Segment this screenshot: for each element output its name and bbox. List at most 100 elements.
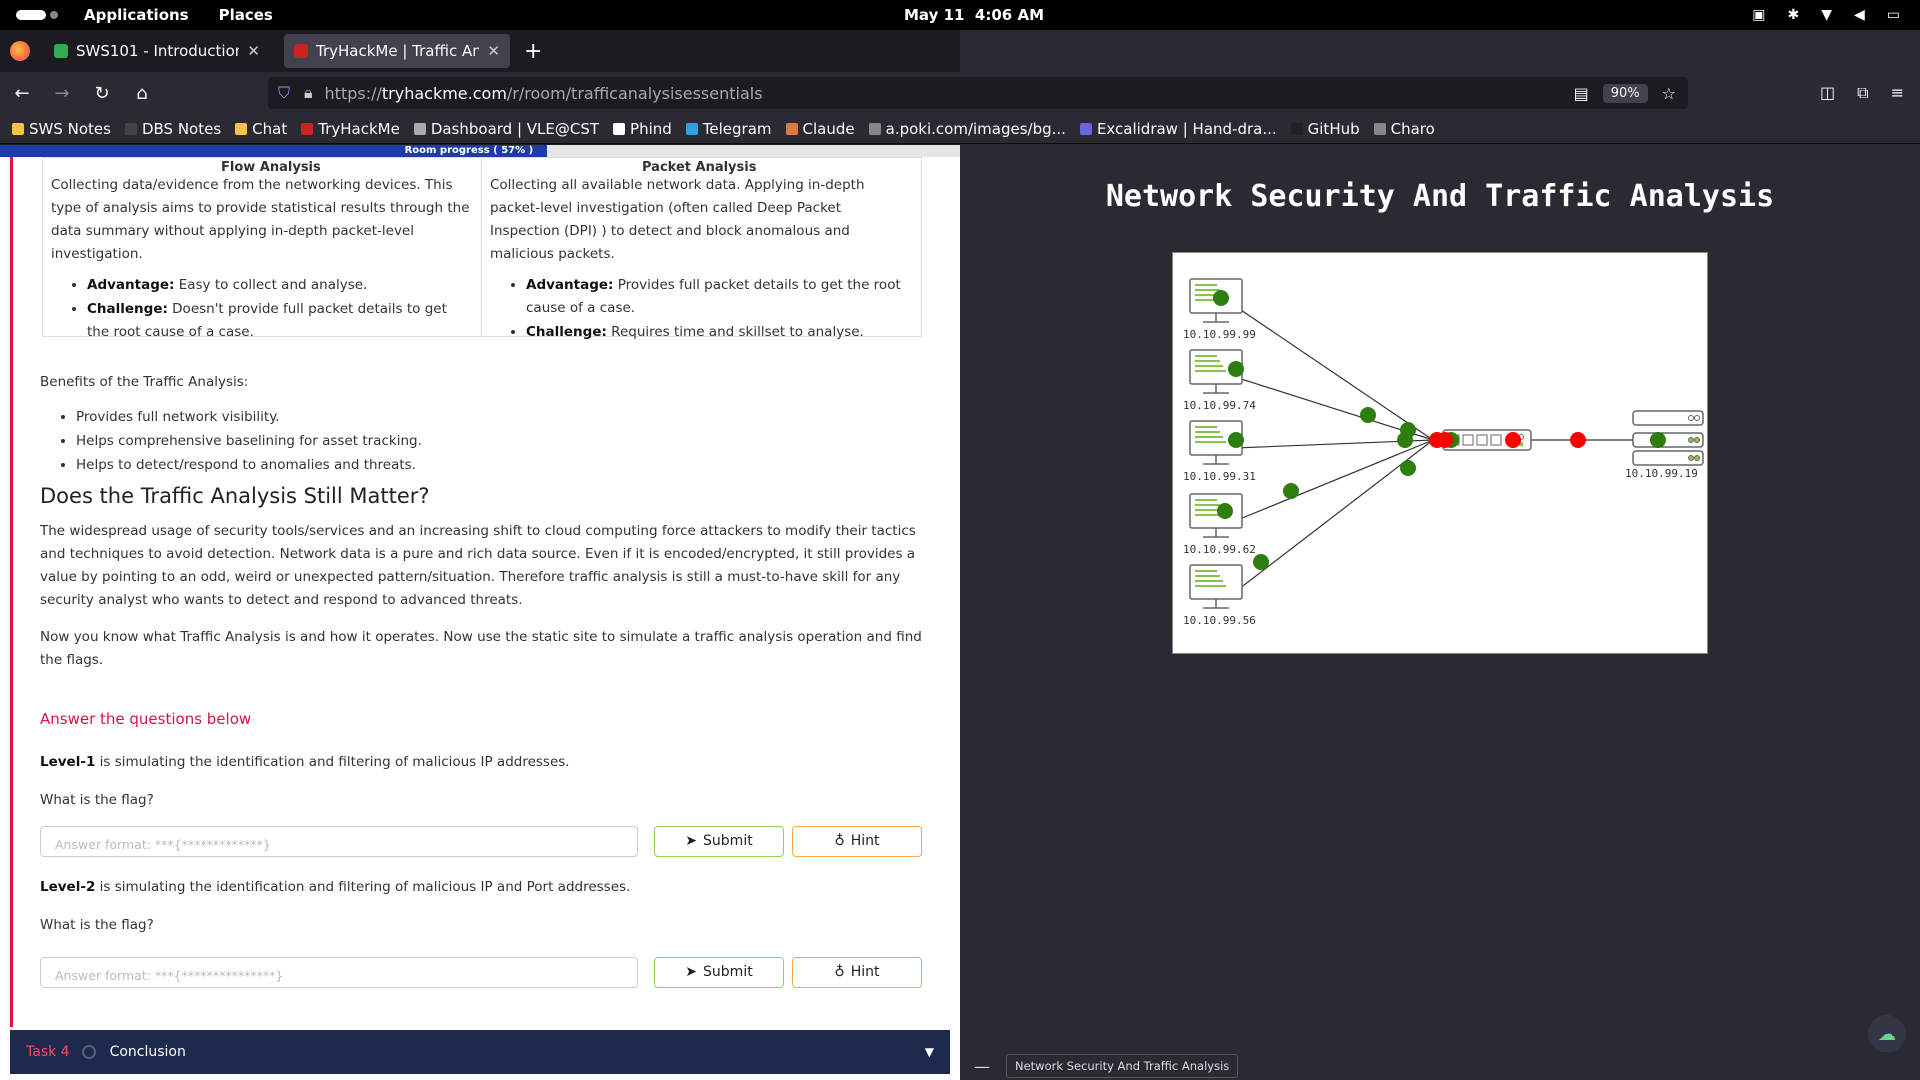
tracking-shield-icon[interactable]: ⛉ [278,83,290,103]
assistant-chat-icon[interactable]: ☁ [1868,1015,1906,1053]
task-accent-border [10,157,13,1027]
task-4-accordion[interactable]: Task 4 Conclusion ▼ [10,1030,950,1074]
bookmark-item[interactable]: Claude [785,120,855,138]
system-tray: ▣ ✱ ▼ ◀ ▭ [1752,7,1900,23]
server-led [1688,455,1694,461]
bookmark-item[interactable]: Chat [235,120,287,138]
hint-button-2[interactable]: ♁ Hint [792,957,922,988]
bookmark-label: Dashboard | VLE@CST [430,119,600,138]
bookmark-item[interactable]: Telegram [685,120,772,138]
host-ip-label: 10.10.99.56 [1183,614,1256,627]
server-led [1694,437,1700,443]
submit-label: Submit [703,833,753,849]
answer-questions-title: Answer the questions below [40,710,252,728]
hint-label: Hint [850,964,880,980]
lightbulb-icon: ♁ [834,964,845,980]
answer-input-2[interactable]: Answer format: ***{***************} [40,957,638,988]
submit-label: Submit [703,964,753,980]
bookmark-item[interactable]: GitHub [1290,119,1360,138]
activities-button[interactable] [16,10,60,20]
extensions-icon[interactable]: ⧉ [1857,83,1868,103]
simulator-footer-tab[interactable]: Network Security And Traffic Analysis [1006,1054,1239,1078]
bookmark-item[interactable]: Phind [613,120,672,138]
bookmark-item[interactable]: Excalidraw | Hand-dra... [1079,119,1277,138]
packet-dot [1570,432,1586,448]
host-screen-line [1195,365,1223,367]
wifi-icon[interactable]: ▼ [1821,7,1832,23]
bookmark-item[interactable]: DBS Notes [124,120,221,138]
url-bar-actions: ▤ 90% ☆ [1574,83,1676,103]
home-icon[interactable]: ⌂ [124,83,160,104]
bookmark-item[interactable]: Dashboard | VLE@CST [413,119,600,138]
back-arrow-icon[interactable]: ← [4,83,40,104]
hamburger-menu-icon[interactable]: ≡ [1891,83,1904,103]
host-screen-line [1195,441,1226,443]
bookmark-favicon-icon [301,122,314,135]
close-tab-icon[interactable]: ✕ [487,42,500,60]
zoom-level[interactable]: 90% [1602,83,1648,103]
bookmark-item[interactable]: Charo [1373,120,1435,138]
reader-view-icon[interactable]: ▤ [1574,84,1589,103]
bluetooth-icon[interactable]: ✱ [1787,7,1799,23]
reload-icon[interactable]: ↻ [84,83,120,104]
url-text[interactable]: https://tryhackme.com/r/room/trafficanal… [325,84,763,103]
packet-dot [1397,432,1413,448]
tab-sws101[interactable]: SWS101 - Introduction to ✕ [44,34,270,68]
url-path: /r/room/trafficanalysisessentials [506,83,763,103]
bookmark-label: Excalidraw | Hand-dra... [1096,119,1277,138]
tab-label: TryHackMe | Traffic Analy [316,42,480,60]
bookmark-favicon-icon [1079,122,1092,135]
applications-menu[interactable]: Applications [84,6,189,24]
submit-button-2[interactable]: ➤ Submit [654,957,784,988]
simulator-footer: — Network Security And Traffic Analysis [960,1052,1920,1080]
forward-arrow-icon[interactable]: → [44,83,80,104]
bookmark-label: TryHackMe [318,119,400,138]
question-2-text: Level-2 is simulating the identification… [40,876,630,899]
flow-analysis-text: Collecting data/evidence from the networ… [51,177,470,262]
host-ip-label: 10.10.99.74 [1183,399,1256,412]
url-bar[interactable]: ⛉ 🔒︎ https://tryhackme.com/r/room/traffi… [268,77,1688,109]
bookmark-favicon-icon [413,122,426,135]
url-host: tryhackme.com [381,83,507,103]
packet-dot [1505,432,1521,448]
places-menu[interactable]: Places [219,6,273,24]
bookmark-star-icon[interactable]: ☆ [1662,84,1676,103]
network-diagram[interactable]: 10.10.99.99 10.10.99.74 10.10.99.31 10.10.9… [1172,252,1708,654]
question-desc: is simulating the identification and fil… [95,754,570,770]
bookmark-item[interactable]: a.poki.com/images/bg... [868,120,1066,138]
bookmark-item[interactable]: TryHackMe [301,120,400,138]
chat-icon[interactable]: ▣ [1752,7,1765,23]
bookmark-label: GitHub [1307,119,1360,138]
tab-tryhackme[interactable]: TryHackMe | Traffic Analy ✕ [284,34,510,68]
navigation-toolbar: ← → ↻ ⌂ ⛉ 🔒︎ https://tryhackme.com/r/roo… [0,72,1920,114]
packet-dot [1360,407,1376,423]
clock[interactable]: May 11 4:06 AM [904,6,1044,24]
server-led [1694,455,1700,461]
host-screen-line [1195,370,1226,372]
lock-icon[interactable]: 🔒︎ [304,83,313,103]
hint-button-1[interactable]: ♁ Hint [792,826,922,857]
question-2-ask: What is the flag? [40,917,154,933]
firefox-icon[interactable] [10,41,30,61]
answer-input-1[interactable]: Answer format: ***{*************} [40,826,638,857]
new-tab-icon[interactable]: + [524,39,542,64]
host-screen-line [1195,284,1217,286]
send-icon: ➤ [685,833,698,849]
advantage-label: Advantage: [526,277,614,293]
chevron-down-icon[interactable]: ▼ [925,1045,934,1059]
network-diagram-svg: 10.10.99.99 10.10.99.74 10.10.99.31 10.10.9… [1183,278,1704,627]
challenge-label: Challenge: [526,324,607,340]
bookmark-favicon-icon [685,122,698,135]
power-icon[interactable]: ▭ [1887,7,1900,23]
hint-label: Hint [850,833,880,849]
challenge-text: Requires time and skillset to analyse. [606,324,864,340]
packet-challenge: Challenge: Requires time and skillset to… [526,321,913,344]
pocket-icon[interactable]: ◫ [1820,83,1835,103]
volume-icon[interactable]: ◀ [1854,7,1865,23]
close-tab-icon[interactable]: ✕ [247,42,260,60]
bookmark-favicon-icon [785,122,798,135]
submit-button-1[interactable]: ➤ Submit [654,826,784,857]
simulator-title: Network Security And Traffic Analysis [1105,179,1775,214]
bookmark-item[interactable]: SWS Notes [12,120,111,138]
minimize-icon[interactable]: — [974,1057,990,1076]
